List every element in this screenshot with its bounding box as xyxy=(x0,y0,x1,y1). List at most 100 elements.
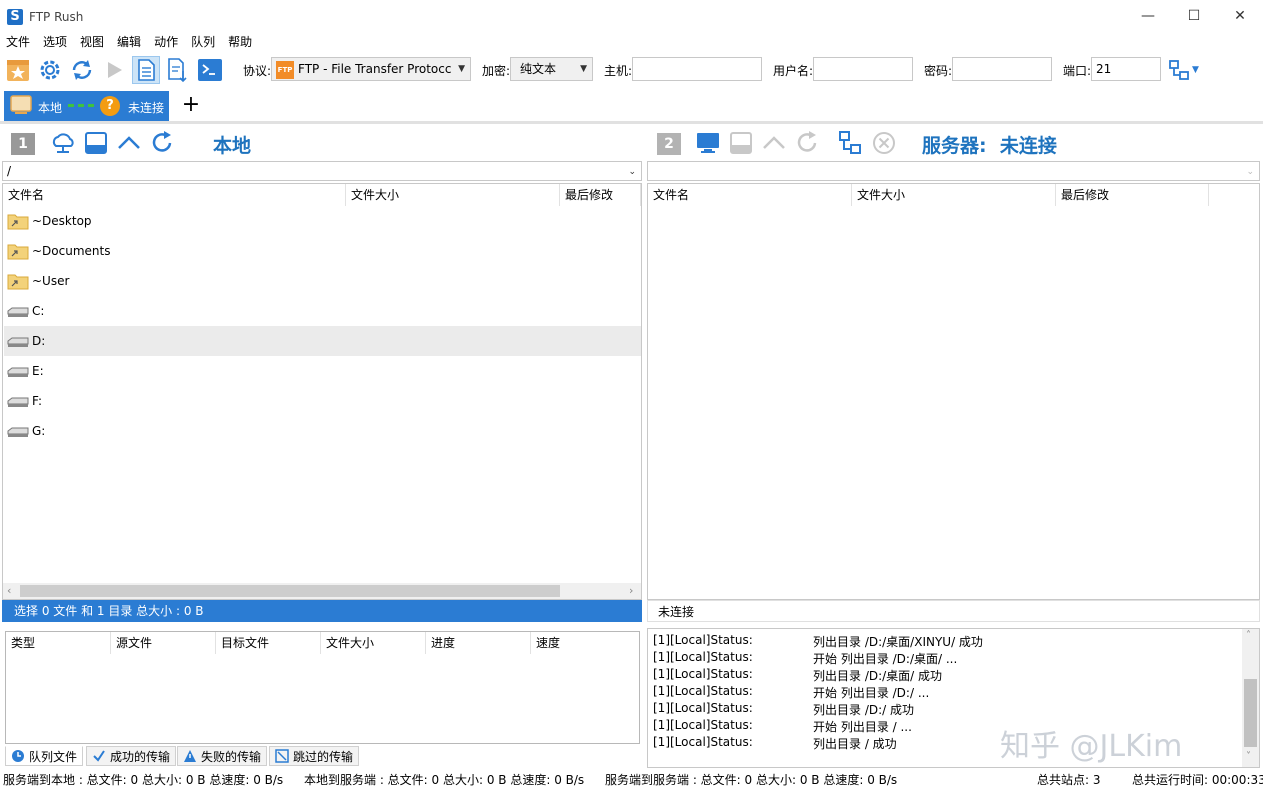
chevron-down-icon[interactable]: ˅ xyxy=(1246,751,1251,762)
chevron-up-icon xyxy=(118,136,140,149)
remote-path-input[interactable]: ⌄ xyxy=(647,161,1260,181)
scrollbar-thumb[interactable] xyxy=(1244,679,1257,747)
encryption-select[interactable]: 纯文本 ▼ xyxy=(510,57,593,81)
local-refresh-button[interactable] xyxy=(150,130,176,156)
star-box-icon xyxy=(7,60,29,81)
menu-view[interactable]: 视图 xyxy=(80,32,104,52)
log-message: 列出目录 /D:/ 成功 xyxy=(813,703,914,717)
remote-refresh-button[interactable] xyxy=(795,130,821,156)
item-name: ~User xyxy=(32,274,70,288)
menu-help[interactable]: 帮助 xyxy=(228,32,252,52)
horizontal-scrollbar[interactable]: ‹ › xyxy=(3,583,641,599)
local-path-input[interactable]: / ⌄ xyxy=(2,161,642,181)
parent-folder-button[interactable] xyxy=(116,130,142,156)
monitor-icon xyxy=(697,133,719,153)
remote-bookmark-button[interactable] xyxy=(728,130,754,156)
list-item[interactable]: ~Documents xyxy=(4,236,641,266)
local-file-list[interactable]: 文件名 文件大小 最后修改 ~Desktop ~Documents ~User … xyxy=(2,183,642,600)
disconnect-button[interactable] xyxy=(871,130,897,156)
log-source: [1][Local]Status: xyxy=(653,701,753,715)
list-item[interactable]: ~Desktop xyxy=(4,206,641,236)
column-header-progress[interactable]: 进度 xyxy=(426,632,531,654)
column-header-filesize[interactable]: 文件大小 xyxy=(321,632,426,654)
folder-shortcut-icon xyxy=(7,214,29,230)
site-manager-button[interactable] xyxy=(4,56,32,84)
port-input[interactable]: 21 xyxy=(1091,57,1161,81)
play-button[interactable] xyxy=(100,56,128,84)
column-header-size[interactable]: 文件大小 xyxy=(852,184,1056,206)
log-view-button[interactable] xyxy=(132,56,160,84)
menu-queue[interactable]: 队列 xyxy=(191,32,215,52)
chevron-up-icon[interactable]: ˄ xyxy=(1246,630,1251,641)
column-header-type[interactable]: 类型 xyxy=(6,632,111,654)
log-line: [1][Local]Status: 列出目录 / 成功 xyxy=(653,735,897,752)
remote-panel-title: 服务器: 未连接 xyxy=(922,135,1057,157)
transfer-log-button[interactable] xyxy=(164,56,192,84)
log-source: [1][Local]Status: xyxy=(653,735,753,749)
column-header-modified[interactable]: 最后修改 xyxy=(1056,184,1209,206)
column-header-target[interactable]: 目标文件 xyxy=(216,632,321,654)
menu-action[interactable]: 动作 xyxy=(154,32,178,52)
chevron-right-icon[interactable]: › xyxy=(629,584,633,597)
log-panel[interactable]: [1][Local]Status: 列出目录 /D:/桌面/XINYU/ 成功 [… xyxy=(647,628,1260,768)
item-name: F: xyxy=(32,394,43,408)
column-header-name[interactable]: 文件名 xyxy=(648,184,852,206)
menu-edit[interactable]: 编辑 xyxy=(117,32,141,52)
menu-options[interactable]: 选项 xyxy=(43,32,67,52)
vertical-scrollbar[interactable]: ˄ ˅ xyxy=(1242,629,1259,767)
app-icon: S xyxy=(7,9,23,25)
list-item[interactable]: ~User xyxy=(4,266,641,296)
list-item[interactable]: D: xyxy=(4,326,641,356)
drive-icon xyxy=(7,397,29,407)
settings-button[interactable] xyxy=(36,56,64,84)
transfer-queue-list[interactable]: 类型 源文件 目标文件 文件大小 进度 速度 xyxy=(5,631,640,744)
tab-failed-transfers[interactable]: 失败的传输 xyxy=(177,746,268,766)
scrollbar-thumb[interactable] xyxy=(20,585,560,597)
item-name: D: xyxy=(32,334,46,348)
chevron-left-icon[interactable]: ‹ xyxy=(7,584,11,597)
password-input[interactable] xyxy=(952,57,1052,81)
column-header-modified[interactable]: 最后修改 xyxy=(560,184,641,206)
add-tab-button[interactable]: + xyxy=(180,93,202,117)
tab-skipped-transfers[interactable]: 跳过的传输 xyxy=(269,746,360,766)
skip-icon xyxy=(275,749,289,763)
list-item[interactable]: E: xyxy=(4,356,641,386)
remote-computer-button[interactable] xyxy=(695,130,721,156)
column-header-name[interactable]: 文件名 xyxy=(3,184,346,206)
cloud-connect-button[interactable] xyxy=(50,130,76,156)
remote-file-list[interactable]: 文件名 文件大小 最后修改 xyxy=(647,183,1260,600)
local-path-value: / xyxy=(7,164,12,178)
host-input[interactable] xyxy=(632,57,762,81)
tab-successful-transfers[interactable]: 成功的传输 xyxy=(86,746,177,766)
log-line: [1][Local]Status: 列出目录 /D:/ 成功 xyxy=(653,701,914,718)
drive-icon xyxy=(7,337,29,347)
maximize-button[interactable]: ☐ xyxy=(1171,0,1217,32)
username-input[interactable] xyxy=(813,57,913,81)
list-item[interactable]: F: xyxy=(4,386,641,416)
refresh-icon xyxy=(152,131,172,152)
quick-connect-button[interactable]: ▼ xyxy=(1168,59,1206,81)
refresh-button[interactable] xyxy=(68,56,96,84)
title-bar xyxy=(0,0,1263,32)
list-item[interactable]: G: xyxy=(4,416,641,446)
tab-local-connection[interactable]: 本地 ? 未连接 xyxy=(4,91,169,121)
log-line: [1][Local]Status: 开始 列出目录 /D:/ ... xyxy=(653,684,929,701)
close-button[interactable]: ✕ xyxy=(1217,0,1263,32)
remote-parent-folder-button[interactable] xyxy=(761,130,787,156)
protocol-select[interactable]: FTP FTP - File Transfer Protocc ▼ xyxy=(271,57,471,81)
terminal-button[interactable] xyxy=(196,56,224,84)
column-header-speed[interactable]: 速度 xyxy=(531,632,639,654)
minimize-button[interactable]: — xyxy=(1125,0,1171,32)
host-label: 主机: xyxy=(604,64,633,78)
network-icon xyxy=(1169,60,1189,80)
menu-bar: 文件 选项 视图 编辑 动作 队列 帮助 xyxy=(0,32,1263,52)
column-header-size[interactable]: 文件大小 xyxy=(346,184,560,206)
remote-connect-button[interactable] xyxy=(838,130,864,156)
list-item[interactable]: C: xyxy=(4,296,641,326)
menu-file[interactable]: 文件 xyxy=(6,32,30,52)
tab-queue-files[interactable]: 队列文件 xyxy=(5,746,84,766)
remote-panel-number: 2 xyxy=(657,133,681,155)
column-header-source[interactable]: 源文件 xyxy=(111,632,216,654)
bookmark-button[interactable] xyxy=(83,130,109,156)
item-name: C: xyxy=(32,304,45,318)
